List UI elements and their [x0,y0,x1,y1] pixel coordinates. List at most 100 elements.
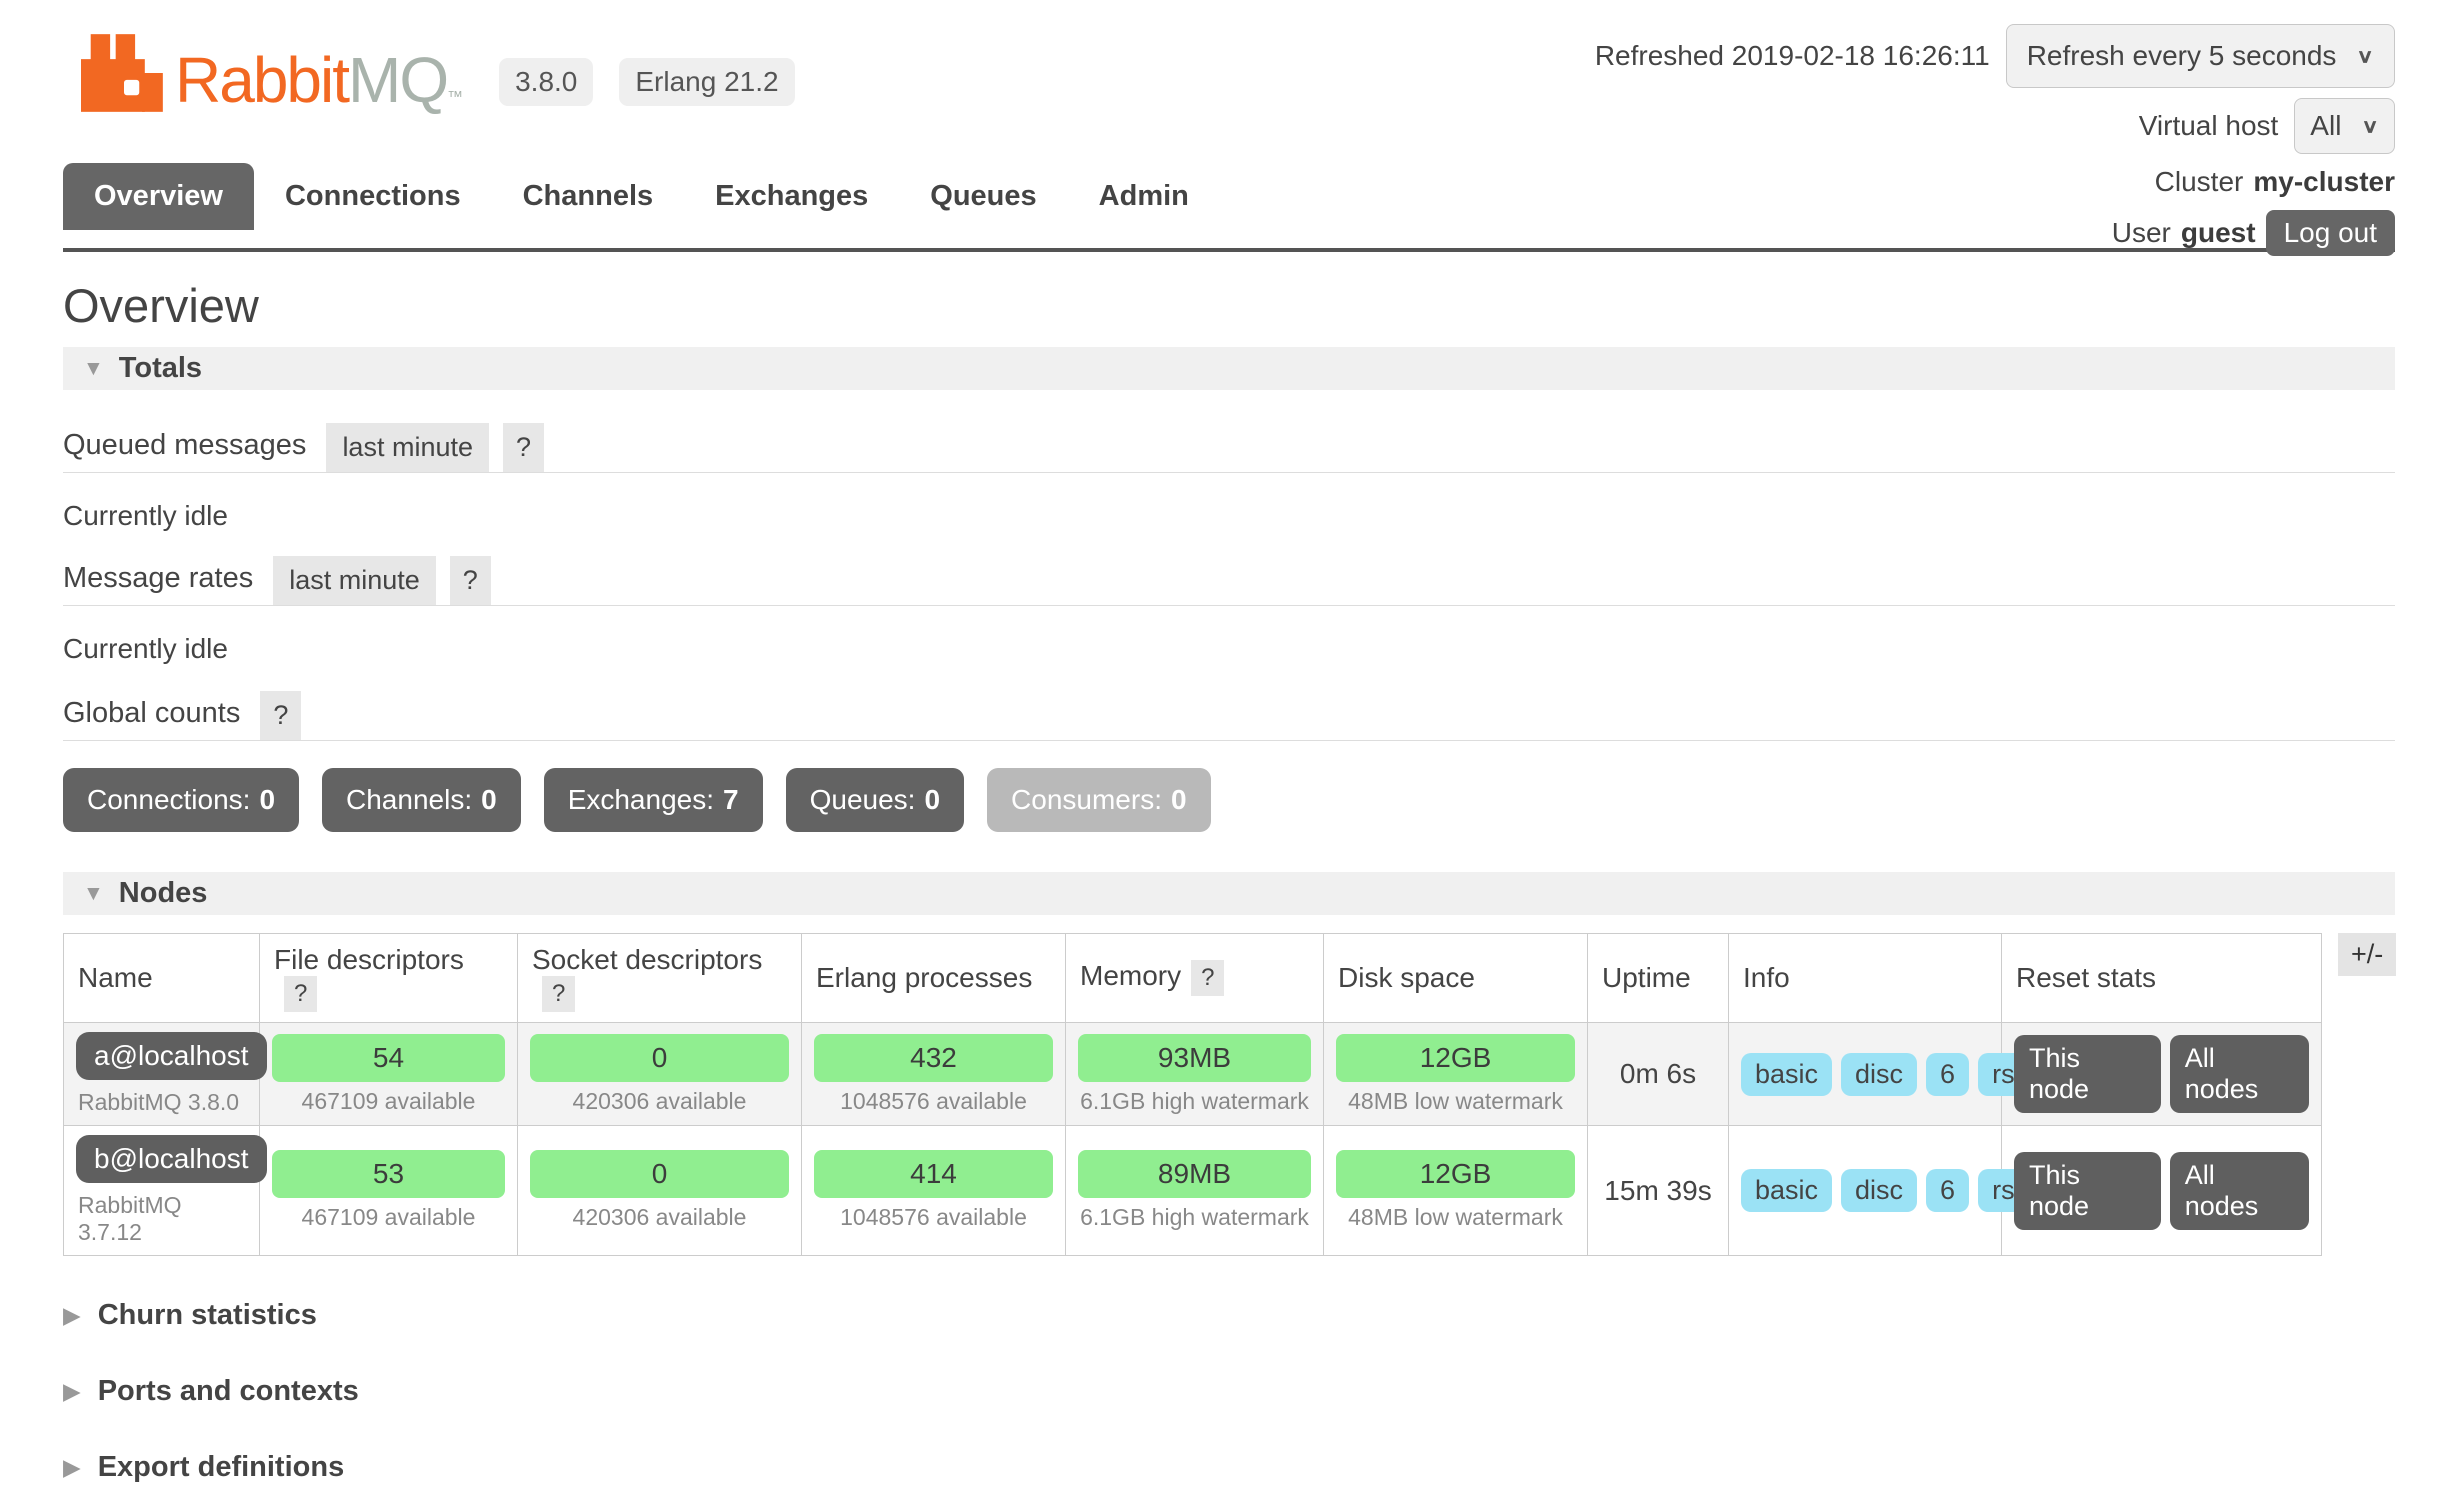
message-rates-status: Currently idle [63,633,2395,665]
help-icon[interactable]: ? [260,691,301,740]
disk-space-cell: 12GB48MB low watermark [1324,1023,1588,1126]
metric-bar: 12GB [1336,1150,1575,1198]
col-name: Name [64,934,260,1023]
virtual-host-dropdown[interactable]: All ∨ [2294,98,2395,154]
memory-cell: 93MB6.1GB high watermark [1066,1023,1324,1126]
memory-cell: 89MB6.1GB high watermark [1066,1126,1324,1256]
reset-this-node-button[interactable]: This node [2014,1152,2161,1230]
col-info: Info [1729,934,2002,1023]
metric-bar: 0 [530,1034,789,1082]
consumers-counter: Consumers:0 [987,768,1211,832]
nodes-table: Name File descriptors? Socket descriptor… [63,933,2322,1256]
global-counters: Connections:0 Channels:0 Exchanges:7 Que… [63,768,2395,832]
info-tag: basic [1741,1169,1832,1212]
tab-overview[interactable]: Overview [63,163,254,230]
connections-counter: Connections:0 [63,768,299,832]
collapse-triangle-icon: ▼ [83,882,104,906]
version-badges: 3.8.0 Erlang 21.2 [499,58,795,106]
table-header-row: Name File descriptors? Socket descriptor… [64,934,2322,1023]
file-descriptors-cell: 53467109 available [260,1126,518,1256]
col-file-descriptors: File descriptors? [260,934,518,1023]
queued-period-tab[interactable]: last minute [326,423,489,472]
refresh-interval-dropdown[interactable]: Refresh every 5 seconds ∨ [2006,24,2395,88]
tab-admin[interactable]: Admin [1068,163,1220,230]
metric-bar: 93MB [1078,1034,1311,1082]
queues-counter: Queues:0 [786,768,964,832]
refreshed-timestamp: Refreshed 2019-02-18 16:26:11 [1595,40,1990,72]
nodes-section-header[interactable]: ▼ Nodes [63,872,2395,915]
exchanges-counter: Exchanges:7 [544,768,763,832]
tab-queues[interactable]: Queues [899,163,1067,230]
col-erlang-processes: Erlang processes [802,934,1066,1023]
erlang-version-badge: Erlang 21.2 [619,58,794,106]
info-tag: basic [1741,1053,1832,1096]
help-icon[interactable]: ? [1191,960,1224,996]
channels-counter: Channels:0 [322,768,521,832]
reset-all-nodes-button[interactable]: All nodes [2170,1035,2309,1113]
help-icon[interactable]: ? [503,423,544,472]
info-cell: basic disc 6 rss [1729,1126,2002,1256]
col-disk-space: Disk space [1324,934,1588,1023]
cluster-label: Cluster [2155,166,2244,198]
node-version: RabbitMQ 3.8.0 [76,1089,247,1116]
collapse-triangle-icon: ▼ [83,357,104,381]
col-reset-stats: Reset stats [2002,934,2322,1023]
page-container: RabbitMQ™ 3.8.0 Erlang 21.2 Refreshed 20… [0,0,2458,1492]
ports-and-contexts-section[interactable]: ▶ Ports and contexts [63,1375,2395,1408]
message-rates-row: Message rates last minute ? [63,556,2395,606]
user-label: User [2112,217,2171,249]
nodes-section-title: Nodes [119,877,208,910]
chevron-down-icon: ∨ [2361,114,2379,137]
info-cell: basic disc 6 rss [1729,1023,2002,1126]
erlang-processes-cell: 4141048576 available [802,1126,1066,1256]
rates-period-tab[interactable]: last minute [273,556,436,605]
logo[interactable]: RabbitMQ™ 3.8.0 Erlang 21.2 [81,34,795,112]
info-tag: disc [1841,1169,1917,1212]
nodes-table-wrap: Name File descriptors? Socket descriptor… [63,933,2395,1256]
metric-bar: 0 [530,1150,789,1198]
metric-bar: 12GB [1336,1034,1575,1082]
socket-descriptors-cell: 0420306 available [518,1126,802,1256]
info-tag: 6 [1926,1053,1969,1096]
nav-tabs: Overview Connections Channels Exchanges … [63,163,1220,230]
logout-button[interactable]: Log out [2266,210,2395,256]
column-toggle-button[interactable]: +/- [2338,933,2396,976]
info-tag: disc [1841,1053,1917,1096]
node-row-a: a@localhost RabbitMQ 3.8.0 54467109 avai… [64,1023,2322,1126]
reset-all-nodes-button[interactable]: All nodes [2170,1152,2309,1230]
tab-channels[interactable]: Channels [492,163,685,230]
help-icon[interactable]: ? [450,556,491,605]
node-name-badge[interactable]: a@localhost [76,1032,267,1080]
logo-wordmark: RabbitMQ™ [175,48,461,112]
reset-stats-cell: This node All nodes [2002,1023,2322,1126]
totals-section-header[interactable]: ▼ Totals [63,347,2395,390]
help-icon[interactable]: ? [284,976,317,1012]
col-socket-descriptors: Socket descriptors? [518,934,802,1023]
uptime-cell: 0m 6s [1588,1023,1729,1126]
help-icon[interactable]: ? [542,976,575,1012]
metric-bar: 432 [814,1034,1053,1082]
expand-triangle-icon: ▶ [63,1302,81,1329]
expand-triangle-icon: ▶ [63,1378,81,1405]
disk-space-cell: 12GB48MB low watermark [1324,1126,1588,1256]
node-name-badge[interactable]: b@localhost [76,1135,267,1183]
churn-statistics-section[interactable]: ▶ Churn statistics [63,1299,2395,1332]
tab-connections[interactable]: Connections [254,163,492,230]
virtual-host-label: Virtual host [2139,110,2279,142]
erlang-processes-cell: 4321048576 available [802,1023,1066,1126]
export-definitions-section[interactable]: ▶ Export definitions [63,1451,2395,1484]
metric-bar: 414 [814,1150,1053,1198]
info-tag: 6 [1926,1169,1969,1212]
reset-stats-cell: This node All nodes [2002,1126,2322,1256]
file-descriptors-cell: 54467109 available [260,1023,518,1126]
socket-descriptors-cell: 0420306 available [518,1023,802,1126]
node-row-b: b@localhost RabbitMQ 3.7.12 53467109 ava… [64,1126,2322,1256]
metric-bar: 89MB [1078,1150,1311,1198]
node-name-cell: b@localhost RabbitMQ 3.7.12 [64,1126,260,1256]
reset-this-node-button[interactable]: This node [2014,1035,2161,1113]
tab-exchanges[interactable]: Exchanges [684,163,899,230]
page-title: Overview [63,278,2395,333]
header: RabbitMQ™ 3.8.0 Erlang 21.2 Refreshed 20… [63,0,2395,252]
metric-bar: 54 [272,1034,505,1082]
cluster-name: my-cluster [2253,166,2395,198]
